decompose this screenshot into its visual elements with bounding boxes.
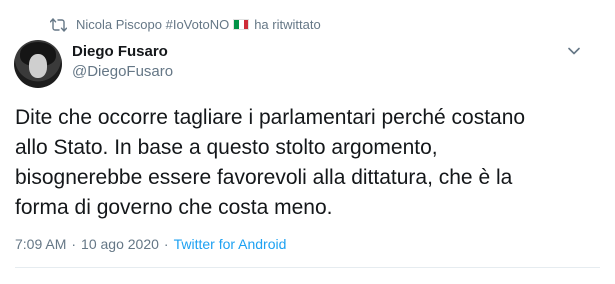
avatar[interactable] [14,40,62,88]
tweet-meta: 7:09 AM · 10 ago 2020 · Twitter for Andr… [15,236,286,252]
retweet-label: ha ritwittato [254,17,321,32]
author-block[interactable]: Diego Fusaro @DiegoFusaro [72,42,173,82]
author-handle[interactable]: @DiegoFusaro [72,62,173,82]
italy-flag-icon [233,19,250,30]
chevron-down-icon[interactable] [566,43,582,59]
divider [15,267,600,268]
retweet-header: Nicola Piscopo #IoVotoNO ha ritwittato [50,17,321,32]
retweeter-name[interactable]: Nicola Piscopo #IoVotoNO [76,17,229,32]
retweet-icon [50,17,67,32]
meta-separator: · [71,236,77,252]
tweet-time[interactable]: 7:09 AM [15,236,66,252]
author-display-name[interactable]: Diego Fusaro [72,42,173,62]
tweet-text: Dite che occorre tagliare i parlamentari… [15,106,526,219]
meta-separator-2: · [163,236,169,252]
tweet-source-link[interactable]: Twitter for Android [174,236,287,252]
tweet-date[interactable]: 10 ago 2020 [81,236,159,252]
